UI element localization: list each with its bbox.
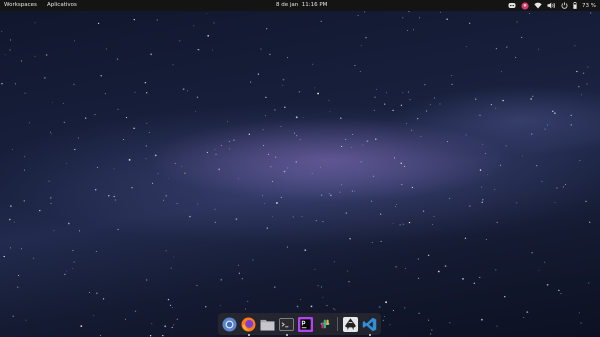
dock-files[interactable] <box>259 316 276 333</box>
firefox-icon <box>241 316 256 332</box>
dock-vscode[interactable] <box>361 316 378 336</box>
top-bar: Workspaces Aplicativos 8 de jan 11:16 PM… <box>0 0 600 11</box>
dock-slack[interactable] <box>316 316 333 333</box>
volume-icon[interactable] <box>547 2 556 9</box>
clock[interactable]: 8 de jan 11:16 PM <box>276 0 327 11</box>
battery-icon[interactable] <box>573 2 577 9</box>
dock-separator <box>337 317 338 331</box>
dock <box>218 313 381 336</box>
slack-icon <box>320 319 329 329</box>
phpstorm-icon <box>298 316 313 332</box>
clock-date: 8 de jan <box>276 2 299 8</box>
discord-icon[interactable] <box>508 2 516 9</box>
dock-inkscape[interactable] <box>342 316 359 333</box>
terminal-icon <box>279 317 294 331</box>
applications-button[interactable]: Aplicativos <box>47 0 77 11</box>
running-indicator <box>368 333 371 336</box>
clock-time: 11:16 PM <box>301 2 328 8</box>
running-indicator <box>285 333 288 336</box>
battery-percentage: 73 % <box>582 2 596 9</box>
wallpaper-starfield <box>1 10 592 337</box>
power-icon[interactable] <box>561 2 568 9</box>
inkscape-icon <box>343 316 358 332</box>
wifi-icon[interactable] <box>534 2 542 9</box>
vscode-icon <box>362 317 377 331</box>
avatar-icon[interactable] <box>521 1 529 10</box>
running-indicator <box>247 333 250 336</box>
dock-firefox[interactable] <box>240 316 257 336</box>
system-tray[interactable]: 73 % <box>508 0 596 11</box>
folder-icon <box>260 319 275 331</box>
chromium-icon <box>222 316 237 332</box>
dock-phpstorm[interactable] <box>297 316 314 333</box>
dock-terminal[interactable] <box>278 316 295 336</box>
workspaces-button[interactable]: Workspaces <box>4 0 37 11</box>
dock-chromium[interactable] <box>221 316 238 333</box>
